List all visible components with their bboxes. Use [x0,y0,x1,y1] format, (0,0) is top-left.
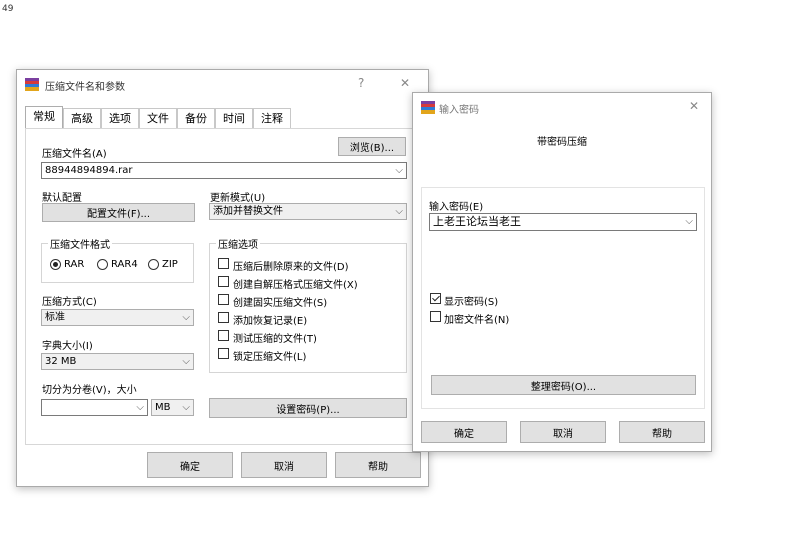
update-mode-select[interactable]: 添加并替换文件 ⌵ [209,203,407,220]
checkbox-solid[interactable] [218,294,229,305]
checkbox-recovery-label[interactable]: 添加恢复记录(E) [233,312,307,327]
password-ok-button[interactable]: 确定 [421,421,507,443]
checkbox-test[interactable] [218,330,229,341]
radio-rar4[interactable] [97,259,108,270]
password-dialog-title: 输入密码 [439,105,479,116]
password-dialog: 输入密码 ✕ 带密码压缩 输入密码(E) 上老王论坛当老王 ⌵ 显示密码(S) … [412,92,712,452]
ok-button[interactable]: 确定 [147,452,233,478]
tab-options[interactable]: 选项 [101,108,139,128]
checkbox-show-password-label[interactable]: 显示密码(S) [444,293,498,308]
options-group-title: 压缩选项 [216,236,260,251]
archive-dialog-title: 压缩文件名和参数 [45,82,125,93]
password-cancel-button[interactable]: 取消 [520,421,606,443]
set-password-button[interactable]: 设置密码(P)... [209,398,407,418]
tab-time[interactable]: 时间 [215,108,253,128]
chevron-down-icon[interactable]: ⌵ [182,354,190,369]
default-profile-label: 默认配置 [42,193,82,204]
update-mode-value: 添加并替换文件 [213,206,283,217]
help-icon[interactable]: ? [358,76,364,90]
checkbox-test-label[interactable]: 测试压缩的文件(T) [233,330,317,345]
winrar-icon [25,78,39,91]
format-group-title: 压缩文件格式 [48,236,112,251]
close-icon[interactable]: ✕ [689,99,699,113]
password-panel: 输入密码(E) 上老王论坛当老王 ⌵ 显示密码(S) 加密文件名(N) 整理密码… [421,187,705,409]
winrar-icon [421,101,435,114]
method-select[interactable]: 标准 ⌵ [41,309,194,326]
chevron-down-icon[interactable]: ⌵ [685,214,693,230]
checkbox-lock[interactable] [218,348,229,359]
split-label: 切分为分卷(V)，大小 [42,385,137,396]
format-group: 压缩文件格式 RAR RAR4 ZIP [41,236,194,283]
split-size-input[interactable]: ⌵ [41,399,148,416]
options-group: 压缩选项 压缩后删除原来的文件(D) 创建自解压格式压缩文件(X) 创建固实压缩… [209,236,407,373]
cancel-button[interactable]: 取消 [241,452,327,478]
checkbox-sfx-label[interactable]: 创建自解压格式压缩文件(X) [233,276,358,291]
tab-backup[interactable]: 备份 [177,108,215,128]
chevron-down-icon[interactable]: ⌵ [395,204,403,219]
password-value: 上老王论坛当老王 [433,215,521,228]
tab-advanced[interactable]: 高级 [63,108,101,128]
help-button[interactable]: 帮助 [335,452,421,478]
method-value: 标准 [45,312,65,323]
tab-files[interactable]: 文件 [139,108,177,128]
password-dialog-titlebar[interactable]: 输入密码 ✕ [413,93,711,123]
checkbox-sfx[interactable] [218,276,229,287]
chevron-down-icon[interactable]: ⌵ [136,400,144,415]
tab-panel-general: 压缩文件名(A) 浏览(B)... 88944894894.rar ⌵ 默认配置… [25,128,418,445]
chevron-down-icon[interactable]: ⌵ [182,310,190,325]
method-label: 压缩方式(C) [42,297,97,308]
password-input[interactable]: 上老王论坛当老王 ⌵ [429,213,697,231]
browse-button[interactable]: 浏览(B)... [338,137,406,156]
archive-dialog-titlebar[interactable]: 压缩文件名和参数 ? ✕ [17,70,428,100]
checkbox-solid-label[interactable]: 创建固实压缩文件(S) [233,294,327,309]
dict-label: 字典大小(I) [42,341,93,352]
checkbox-encrypt-names[interactable] [430,311,441,322]
checkbox-delete-after[interactable] [218,258,229,269]
radio-zip-label[interactable]: ZIP [162,259,178,270]
radio-rar-label[interactable]: RAR [64,259,84,270]
checkbox-lock-label[interactable]: 锁定压缩文件(L) [233,348,306,363]
password-help-button[interactable]: 帮助 [619,421,705,443]
split-unit-value: MB [155,402,171,413]
archive-dialog: 压缩文件名和参数 ? ✕ 常规 高级 选项 文件 备份 时间 注释 压缩文件名(… [16,69,429,487]
dict-value: 32 MB [45,356,77,367]
tab-comment[interactable]: 注释 [253,108,291,128]
checkbox-delete-after-label[interactable]: 压缩后删除原来的文件(D) [233,258,349,273]
tab-bar: 常规 高级 选项 文件 备份 时间 注释 [25,106,291,129]
tab-general[interactable]: 常规 [25,106,63,128]
radio-rar[interactable] [50,259,61,270]
password-label: 输入密码(E) [429,202,484,213]
split-unit-select[interactable]: MB ⌵ [151,399,194,416]
archive-name-value: 88944894894.rar [45,165,133,176]
checkbox-show-password[interactable] [430,293,441,304]
update-mode-label: 更新模式(U) [210,193,266,204]
archive-name-input[interactable]: 88944894894.rar ⌵ [41,162,407,179]
checkbox-recovery[interactable] [218,312,229,323]
close-icon[interactable]: ✕ [400,76,410,90]
radio-rar4-label[interactable]: RAR4 [111,259,138,270]
checkbox-encrypt-names-label[interactable]: 加密文件名(N) [444,311,509,326]
organize-passwords-button[interactable]: 整理密码(O)... [431,375,696,395]
chevron-down-icon[interactable]: ⌵ [182,400,190,415]
chevron-down-icon[interactable]: ⌵ [395,163,403,178]
password-heading: 带密码压缩 [537,137,587,148]
radio-zip[interactable] [148,259,159,270]
corner-number: 49 [2,4,14,14]
archive-name-label: 压缩文件名(A) [42,149,107,160]
profiles-button[interactable]: 配置文件(F)... [42,203,195,222]
dict-select[interactable]: 32 MB ⌵ [41,353,194,370]
